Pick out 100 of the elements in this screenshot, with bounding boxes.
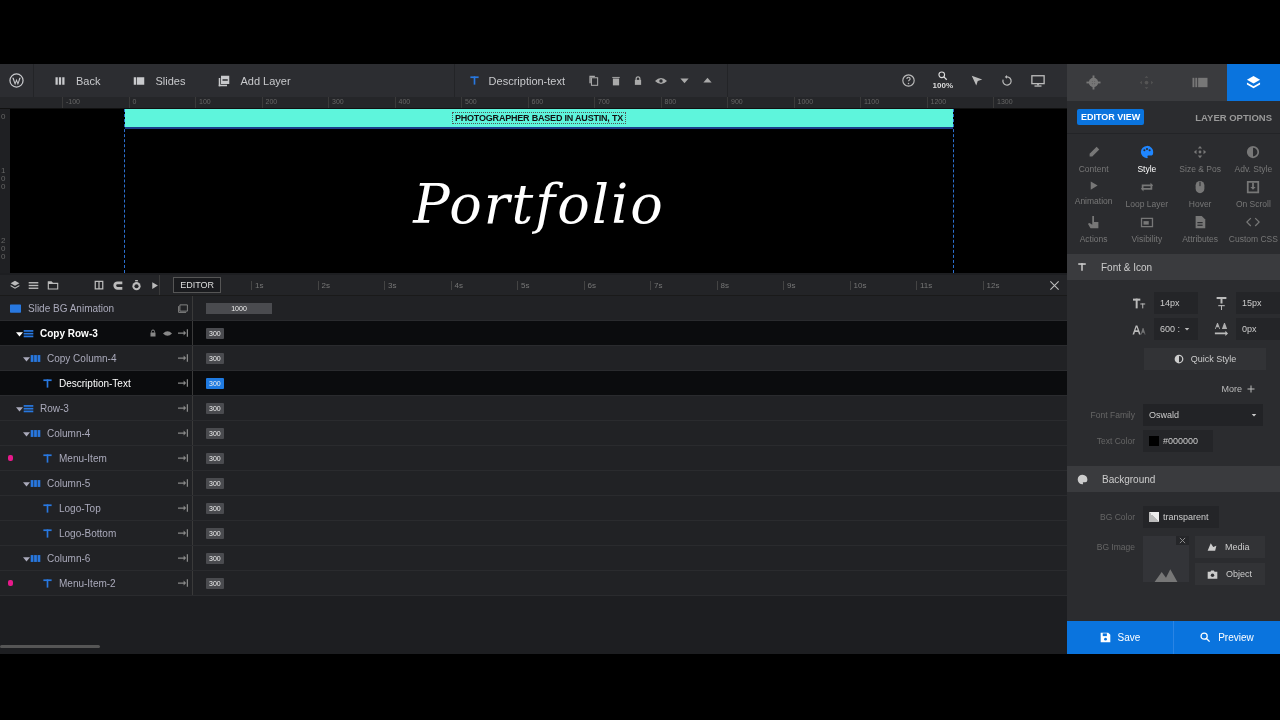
value-field[interactable]: 0px [1236,318,1280,340]
slide-caption[interactable]: PHOTOGRAPHER BASED IN AUSTIN, TX [452,113,626,123]
caption-bar[interactable]: PHOTOGRAPHER BASED IN AUSTIN, TX [125,109,953,129]
text-icon [42,577,53,589]
play-icon [1088,180,1100,191]
time-tick: 12s [982,280,1049,290]
caret-icon [16,329,23,337]
editor-button[interactable]: EDITOR [173,277,221,293]
help-icon [901,74,915,87]
layer-name: Copy Row-3 [40,327,98,339]
slide-title[interactable]: Portfolio [413,173,665,236]
section-title: Font & Icon [1101,261,1153,273]
close-button[interactable] [1049,279,1060,291]
layer-name: Column-5 [47,477,91,489]
layer-name: Menu-Item [59,452,107,464]
align-end-icon [178,428,188,438]
palette-icon [1139,145,1154,159]
align-end-icon [178,478,188,488]
columns-icon [30,427,41,439]
play-icon [150,280,160,290]
font-family-dropdown[interactable]: Oswald [1143,404,1263,426]
save-icon [1099,632,1111,643]
toolbar-button[interactable]: Slides [113,64,199,97]
grid-icon [54,74,66,87]
undo-icon [1001,74,1013,87]
image-placeholder[interactable] [1143,536,1189,582]
selected-layer-name: Description-text [488,74,565,87]
align-end-icon [178,528,188,538]
zoom-button[interactable]: 100% [932,71,953,90]
editor-view-button[interactable]: EDITOR VIEW [1077,109,1145,125]
frame-icon [1139,215,1154,229]
close-icon [1049,279,1060,291]
document-icon [1193,215,1208,229]
caret-down-icon [678,75,690,86]
layers-icon [1245,75,1261,90]
color-field[interactable]: transparent [1143,506,1219,528]
move-icon [1139,75,1155,90]
color-field[interactable]: #000000 [1143,430,1213,452]
font-weight-icon [1132,322,1146,336]
contrast-icon [1173,354,1184,364]
media-button[interactable]: Media [1195,536,1265,558]
caret-icon [23,554,30,562]
hand-icon [1086,215,1101,229]
layer-name: Logo-Bottom [59,527,117,539]
option-tab[interactable]: Style [1120,145,1174,174]
text-icon [468,75,480,86]
section-title: Background [1102,473,1156,485]
columns-icon [30,352,41,364]
caret-icon [23,429,30,437]
quick-style-button[interactable]: Quick Style [1144,348,1266,370]
save-button[interactable]: Save [1067,621,1173,654]
cursor-icon [971,74,983,87]
layer-name: Menu-Item-2 [59,577,116,589]
search-icon [937,71,948,81]
slides-icon [133,74,146,87]
layer-name: Slide BG Animation [28,302,115,314]
columns-icon [94,280,105,290]
time-tick: 1s [251,280,318,290]
rows-icon [23,327,34,339]
transparent-swatch [1149,512,1159,522]
close-icon [1179,537,1186,544]
magnet-icon [112,279,124,291]
scrollbar[interactable] [0,645,100,648]
time-tick: 9s [783,280,850,290]
time-tick: 5s [517,280,584,290]
code-icon [1246,215,1261,229]
rows-icon [23,402,34,414]
copy-icon [587,75,599,86]
toolbar-button[interactable]: Back [34,64,114,97]
search-icon [1200,632,1212,643]
wordpress-logo-icon [9,73,24,88]
value-field[interactable]: 600 : [1154,318,1198,340]
lock-icon [632,75,643,86]
more-button[interactable]: More [1221,384,1255,394]
close-button[interactable] [1176,536,1189,545]
text-icon [42,452,53,464]
panel-tab[interactable] [1226,64,1280,101]
caret-icon [23,479,30,487]
download-icon [1246,180,1261,194]
toolbar-button[interactable]: Add Layer [198,64,304,97]
camera-icon [1207,568,1218,580]
preview-button[interactable]: Preview [1173,621,1280,654]
align-end-icon [178,378,188,388]
images-icon [178,303,188,313]
add-layer-icon [218,74,231,87]
object-button[interactable]: Object [1195,563,1265,585]
contrast-icon [1246,145,1261,159]
layer-name: Row-3 [40,402,69,414]
caret-icon [16,404,23,412]
text-icon [42,502,53,514]
align-end-icon [178,553,188,563]
text-icon [42,377,53,389]
line-height-icon [1215,296,1228,310]
text-icon [1077,262,1087,272]
value-field[interactable]: 15px [1236,292,1280,314]
move-icon [1193,145,1208,159]
align-end-icon [178,578,188,588]
panel-heading: LAYER OPTIONS [1195,111,1272,123]
value-field[interactable]: 14px [1154,292,1198,314]
align-end-icon [178,403,188,413]
